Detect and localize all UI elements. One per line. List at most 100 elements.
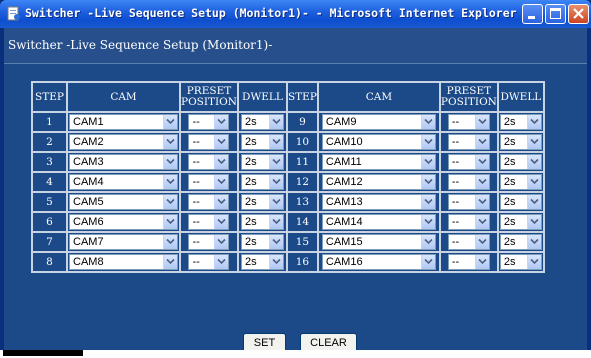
cam-select[interactable]: CAM2 bbox=[69, 134, 178, 150]
minimize-button[interactable] bbox=[522, 4, 543, 24]
chevron-down-icon[interactable] bbox=[214, 155, 229, 169]
chevron-down-icon[interactable] bbox=[420, 235, 435, 249]
chevron-down-icon[interactable] bbox=[420, 175, 435, 189]
chevron-down-icon[interactable] bbox=[474, 255, 489, 269]
preset-select[interactable]: -- bbox=[188, 134, 230, 150]
cam-select[interactable]: CAM7 bbox=[69, 234, 178, 250]
chevron-down-icon[interactable] bbox=[474, 195, 489, 209]
cam-select[interactable]: CAM9 bbox=[321, 114, 436, 130]
chevron-down-icon[interactable] bbox=[474, 135, 489, 149]
preset-select[interactable]: -- bbox=[188, 234, 230, 250]
preset-select[interactable]: -- bbox=[188, 214, 230, 230]
preset-select[interactable]: -- bbox=[447, 174, 490, 190]
preset-select[interactable]: -- bbox=[447, 234, 490, 250]
chevron-down-icon[interactable] bbox=[268, 235, 283, 249]
chevron-down-icon[interactable] bbox=[474, 235, 489, 249]
chevron-down-icon[interactable] bbox=[420, 155, 435, 169]
dwell-select[interactable]: 2s bbox=[240, 174, 284, 190]
cam-select[interactable]: CAM1 bbox=[69, 114, 178, 130]
chevron-down-icon[interactable] bbox=[268, 195, 283, 209]
chevron-down-icon[interactable] bbox=[268, 255, 283, 269]
cam-select[interactable]: CAM13 bbox=[321, 194, 436, 210]
dwell-select[interactable]: 2s bbox=[240, 234, 284, 250]
chevron-down-icon[interactable] bbox=[420, 115, 435, 129]
chevron-down-icon[interactable] bbox=[474, 115, 489, 129]
chevron-down-icon[interactable] bbox=[526, 175, 541, 189]
cam-select[interactable]: CAM14 bbox=[321, 214, 436, 230]
chevron-down-icon[interactable] bbox=[526, 255, 541, 269]
chevron-down-icon[interactable] bbox=[163, 235, 177, 249]
chevron-down-icon[interactable] bbox=[420, 215, 435, 229]
dwell-select[interactable]: 2s bbox=[499, 214, 542, 230]
preset-select[interactable]: -- bbox=[447, 114, 490, 130]
dwell-select[interactable]: 2s bbox=[499, 134, 542, 150]
chevron-down-icon[interactable] bbox=[268, 175, 283, 189]
chevron-down-icon[interactable] bbox=[268, 135, 283, 149]
close-button[interactable] bbox=[568, 4, 589, 24]
chevron-down-icon[interactable] bbox=[526, 215, 541, 229]
cam-select[interactable]: CAM10 bbox=[321, 134, 436, 150]
preset-select[interactable]: -- bbox=[447, 134, 490, 150]
chevron-down-icon[interactable] bbox=[474, 155, 489, 169]
cam-select[interactable]: CAM12 bbox=[321, 174, 436, 190]
chevron-down-icon[interactable] bbox=[474, 215, 489, 229]
chevron-down-icon[interactable] bbox=[163, 115, 177, 129]
chevron-down-icon[interactable] bbox=[163, 135, 177, 149]
preset-select[interactable]: -- bbox=[188, 154, 230, 170]
chevron-down-icon[interactable] bbox=[214, 175, 229, 189]
chevron-down-icon[interactable] bbox=[268, 155, 283, 169]
chevron-down-icon[interactable] bbox=[163, 255, 177, 269]
chevron-down-icon[interactable] bbox=[526, 195, 541, 209]
preset-select[interactable]: -- bbox=[188, 174, 230, 190]
cam-select[interactable]: CAM11 bbox=[321, 154, 436, 170]
cam-select[interactable]: CAM6 bbox=[69, 214, 178, 230]
dwell-select[interactable]: 2s bbox=[499, 174, 542, 190]
chevron-down-icon[interactable] bbox=[163, 215, 177, 229]
preset-select[interactable]: -- bbox=[447, 154, 490, 170]
chevron-down-icon[interactable] bbox=[214, 215, 229, 229]
chevron-down-icon[interactable] bbox=[526, 235, 541, 249]
chevron-down-icon[interactable] bbox=[268, 215, 283, 229]
chevron-down-icon[interactable] bbox=[474, 175, 489, 189]
chevron-down-icon[interactable] bbox=[268, 115, 283, 129]
cam-select[interactable]: CAM16 bbox=[321, 254, 436, 270]
chevron-down-icon[interactable] bbox=[214, 135, 229, 149]
preset-select[interactable]: -- bbox=[447, 214, 490, 230]
cam-select[interactable]: CAM5 bbox=[69, 194, 178, 210]
dwell-select[interactable]: 2s bbox=[499, 194, 542, 210]
chevron-down-icon[interactable] bbox=[214, 195, 229, 209]
dwell-select[interactable]: 2s bbox=[499, 154, 542, 170]
cam-select[interactable]: CAM4 bbox=[69, 174, 178, 190]
dwell-select[interactable]: 2s bbox=[240, 194, 284, 210]
dwell-select[interactable]: 2s bbox=[240, 214, 284, 230]
dwell-select[interactable]: 2s bbox=[240, 134, 284, 150]
dwell-select[interactable]: 2s bbox=[499, 114, 542, 130]
chevron-down-icon[interactable] bbox=[526, 155, 541, 169]
dwell-select[interactable]: 2s bbox=[499, 234, 542, 250]
preset-select[interactable]: -- bbox=[188, 254, 230, 270]
cam-select[interactable]: CAM15 bbox=[321, 234, 436, 250]
chevron-down-icon[interactable] bbox=[163, 155, 177, 169]
chevron-down-icon[interactable] bbox=[214, 235, 229, 249]
dwell-select[interactable]: 2s bbox=[499, 254, 542, 270]
chevron-down-icon[interactable] bbox=[420, 255, 435, 269]
chevron-down-icon[interactable] bbox=[420, 135, 435, 149]
maximize-button[interactable] bbox=[545, 4, 566, 24]
cam-select[interactable]: CAM3 bbox=[69, 154, 178, 170]
preset-select[interactable]: -- bbox=[447, 254, 490, 270]
chevron-down-icon[interactable] bbox=[163, 195, 177, 209]
chevron-down-icon[interactable] bbox=[526, 135, 541, 149]
dwell-select[interactable]: 2s bbox=[240, 254, 284, 270]
title-bar[interactable]: Switcher -Live Sequence Setup (Monitor1)… bbox=[0, 0, 591, 28]
chevron-down-icon[interactable] bbox=[420, 195, 435, 209]
cam-select[interactable]: CAM8 bbox=[69, 254, 178, 270]
chevron-down-icon[interactable] bbox=[163, 175, 177, 189]
dwell-select[interactable]: 2s bbox=[240, 154, 284, 170]
preset-select[interactable]: -- bbox=[188, 114, 230, 130]
chevron-down-icon[interactable] bbox=[214, 255, 229, 269]
dwell-select[interactable]: 2s bbox=[240, 114, 284, 130]
preset-select[interactable]: -- bbox=[188, 194, 230, 210]
preset-select[interactable]: -- bbox=[447, 194, 490, 210]
chevron-down-icon[interactable] bbox=[214, 115, 229, 129]
chevron-down-icon[interactable] bbox=[526, 115, 541, 129]
